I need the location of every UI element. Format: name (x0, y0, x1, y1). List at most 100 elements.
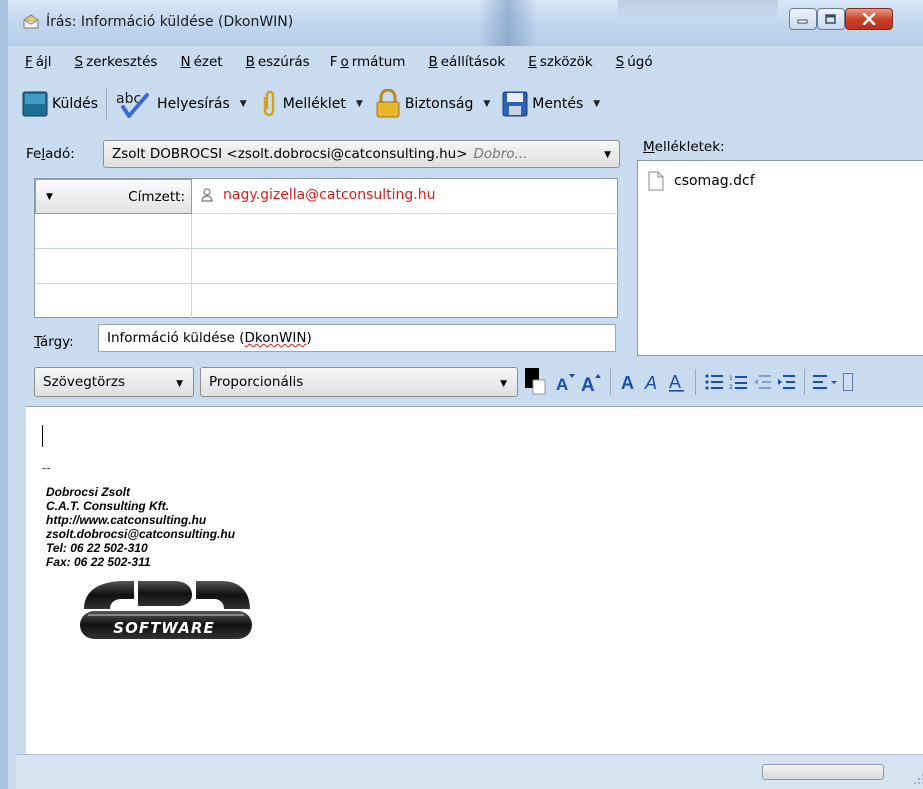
bullet-list-button[interactable] (702, 367, 726, 397)
svg-text:A: A (669, 372, 681, 392)
message-header: Feladó: Zsolt DOBROCSI <zsolt.dobrocsi@c… (26, 134, 624, 356)
bold-button[interactable]: A (617, 367, 641, 397)
compose-window: Írás: Információ küldése (DkonWIN) Fájl … (0, 0, 923, 789)
maximize-button[interactable] (817, 8, 845, 30)
attachments-label: Mellékletek: (643, 139, 725, 155)
toolbar-separator (804, 369, 805, 395)
bullet-list-icon (705, 374, 723, 390)
logo-subtext: SOFTWARE (113, 619, 214, 637)
minimize-button[interactable] (789, 8, 817, 30)
recipient-type-cell[interactable] (35, 214, 192, 249)
signature-line: Fax: 06 22 502-311 (46, 555, 151, 569)
compose-envelope-icon (23, 14, 39, 29)
recipient-row-empty[interactable] (35, 214, 617, 249)
file-icon (648, 171, 664, 191)
recipient-row[interactable]: ▼ Címzett: nagy.gizella@catconsulting.hu (35, 179, 617, 214)
titlebar-glass-reflection (478, 0, 538, 46)
text-color-icon[interactable] (524, 367, 546, 397)
recipient-type-select[interactable]: ▼ Címzett: (35, 179, 192, 214)
toolbar-separator (106, 89, 108, 119)
indent-icon (778, 375, 795, 389)
attach-dropdown-icon[interactable]: ▼ (356, 99, 363, 109)
security-button[interactable]: Biztonság ▼ (369, 87, 496, 121)
attach-button[interactable]: Melléklet ▼ (253, 87, 369, 121)
font-select[interactable]: Proporcionális ▼ (200, 367, 518, 397)
subject-row: Tárgy: Információ küldése (DkonWIN) (26, 324, 624, 354)
menu-options[interactable]: Beállítások (419, 52, 511, 76)
svg-text:A: A (621, 373, 634, 393)
toolbar-separator (610, 369, 611, 395)
attachment-filename: csomag.dcf (674, 173, 755, 189)
recipient-type-cell[interactable] (35, 249, 192, 284)
recipient-type-cell[interactable] (35, 284, 192, 319)
menu-file[interactable]: Fájl (16, 52, 58, 76)
underline-button[interactable]: A (665, 367, 689, 397)
menu-edit[interactable]: Szerkesztés (66, 52, 164, 76)
recipient-email: nagy.gizella@catconsulting.hu (223, 187, 436, 203)
save-button[interactable]: Mentés ▼ (496, 87, 606, 121)
spellcheck-dropdown-icon[interactable]: ▼ (240, 99, 247, 109)
attachment-item[interactable]: csomag.dcf (648, 171, 755, 191)
font-smaller-icon: A (556, 374, 575, 393)
from-row: Feladó: Zsolt DOBROCSI <zsolt.dobrocsi@c… (26, 140, 624, 168)
align-button[interactable] (811, 367, 841, 397)
bold-icon: A (621, 373, 634, 393)
floppy-disk-icon (502, 91, 528, 117)
signature-line: Tel: 06 22 502-310 (46, 541, 148, 555)
menu-format[interactable]: Fo rmátum (324, 52, 412, 76)
spellcheck-button[interactable]: abc Helyesírás ▼ (109, 87, 253, 121)
title-bar[interactable]: Írás: Információ küldése (DkonWIN) (8, 0, 923, 46)
from-select[interactable]: Zsolt DOBROCSI <zsolt.dobrocsi@catconsul… (103, 140, 620, 168)
subject-input[interactable]: Információ küldése (DkonWIN) (98, 324, 616, 352)
outdent-button[interactable] (750, 367, 774, 397)
chevron-down-icon: ▼ (46, 192, 53, 202)
menu-view[interactable]: Nézet (171, 52, 228, 76)
numbered-list-icon: 12 (729, 375, 747, 390)
recipient-row-empty[interactable] (35, 284, 617, 319)
message-body-editor[interactable]: -- Dobrocsi Zsolt C.A.T. Consulting Kft.… (26, 406, 923, 754)
svg-text:2: 2 (729, 384, 733, 390)
recipient-grid: ▼ Címzett: nagy.gizella@catconsulting.hu (34, 178, 618, 319)
titlebar-glass-reflection-2 (618, 0, 778, 20)
text-caret (42, 425, 43, 447)
outdent-icon (754, 375, 771, 389)
chevron-down-icon: ▼ (500, 379, 507, 389)
paragraph-style-value: Szövegtörzs (43, 374, 126, 390)
close-button[interactable] (845, 8, 893, 30)
resize-grip-icon[interactable] (913, 773, 923, 785)
window-title: Írás: Információ küldése (DkonWIN) (46, 14, 294, 30)
menu-insert[interactable]: Beszúrás (237, 52, 316, 76)
close-icon (862, 13, 876, 25)
ard-software-logo: SOFTWARE (80, 581, 252, 639)
chevron-down-icon: ▼ (176, 379, 183, 389)
underline-icon: A (669, 372, 684, 392)
svg-text:A: A (556, 375, 568, 393)
insert-object-icon[interactable] (843, 373, 853, 391)
signature-separator: -- (42, 461, 51, 475)
italic-icon: A (644, 373, 657, 393)
padlock-icon (376, 89, 400, 118)
spellcheck-icon: abc (116, 91, 150, 118)
numbered-list-button[interactable]: 12 (726, 367, 750, 397)
paragraph-style-select[interactable]: Szövegtörzs ▼ (34, 367, 194, 397)
menu-help[interactable]: Súgó (607, 52, 659, 76)
recipient-row-empty[interactable] (35, 249, 617, 284)
signature-line: zsolt.dobrocsi@catconsulting.hu (46, 527, 236, 541)
italic-button[interactable]: A (641, 367, 665, 397)
spellcheck-label: Helyesírás (157, 96, 230, 112)
font-smaller-button[interactable]: A (552, 367, 578, 397)
signature-line: C.A.T. Consulting Kft. (46, 499, 170, 513)
recipient-address[interactable]: nagy.gizella@catconsulting.hu (201, 187, 435, 203)
menu-tools[interactable]: Eszközök (519, 52, 598, 76)
font-larger-button[interactable]: A (578, 367, 604, 397)
from-alias: Dobro... (473, 146, 528, 162)
attachments-list[interactable]: csomag.dcf (637, 160, 923, 356)
security-dropdown-icon[interactable]: ▼ (483, 99, 490, 109)
status-bar (16, 754, 923, 789)
toolbar-separator (695, 369, 696, 395)
from-label: Feladó: (26, 146, 75, 162)
indent-button[interactable] (774, 367, 798, 397)
send-button[interactable]: Küldés (16, 87, 104, 121)
misspelled-word: DkonWIN (244, 330, 307, 346)
save-dropdown-icon[interactable]: ▼ (593, 99, 600, 109)
